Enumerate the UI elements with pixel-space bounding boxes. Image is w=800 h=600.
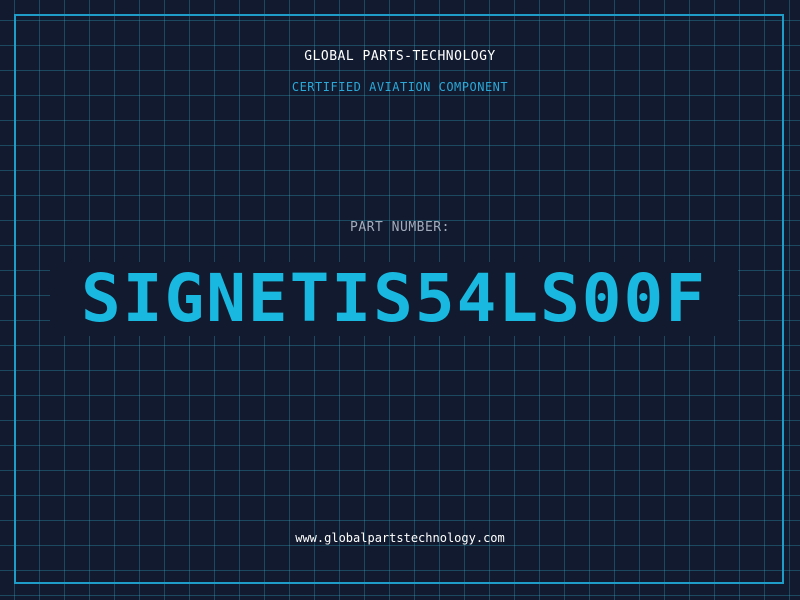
certification-subtitle: CERTIFIED AVIATION COMPONENT xyxy=(291,80,509,94)
label-card: GLOBAL PARTS-TECHNOLOGY CERTIFIED AVIATI… xyxy=(0,0,800,600)
part-number-label: PART NUMBER: xyxy=(350,220,450,235)
website-url: www.globalpartstechnology.com xyxy=(295,531,505,545)
part-number-value: SIGNETIS54LS00F xyxy=(80,260,708,337)
part-number-panel: SIGNETIS54LS00F xyxy=(50,262,738,336)
company-name: GLOBAL PARTS-TECHNOLOGY xyxy=(304,49,496,64)
